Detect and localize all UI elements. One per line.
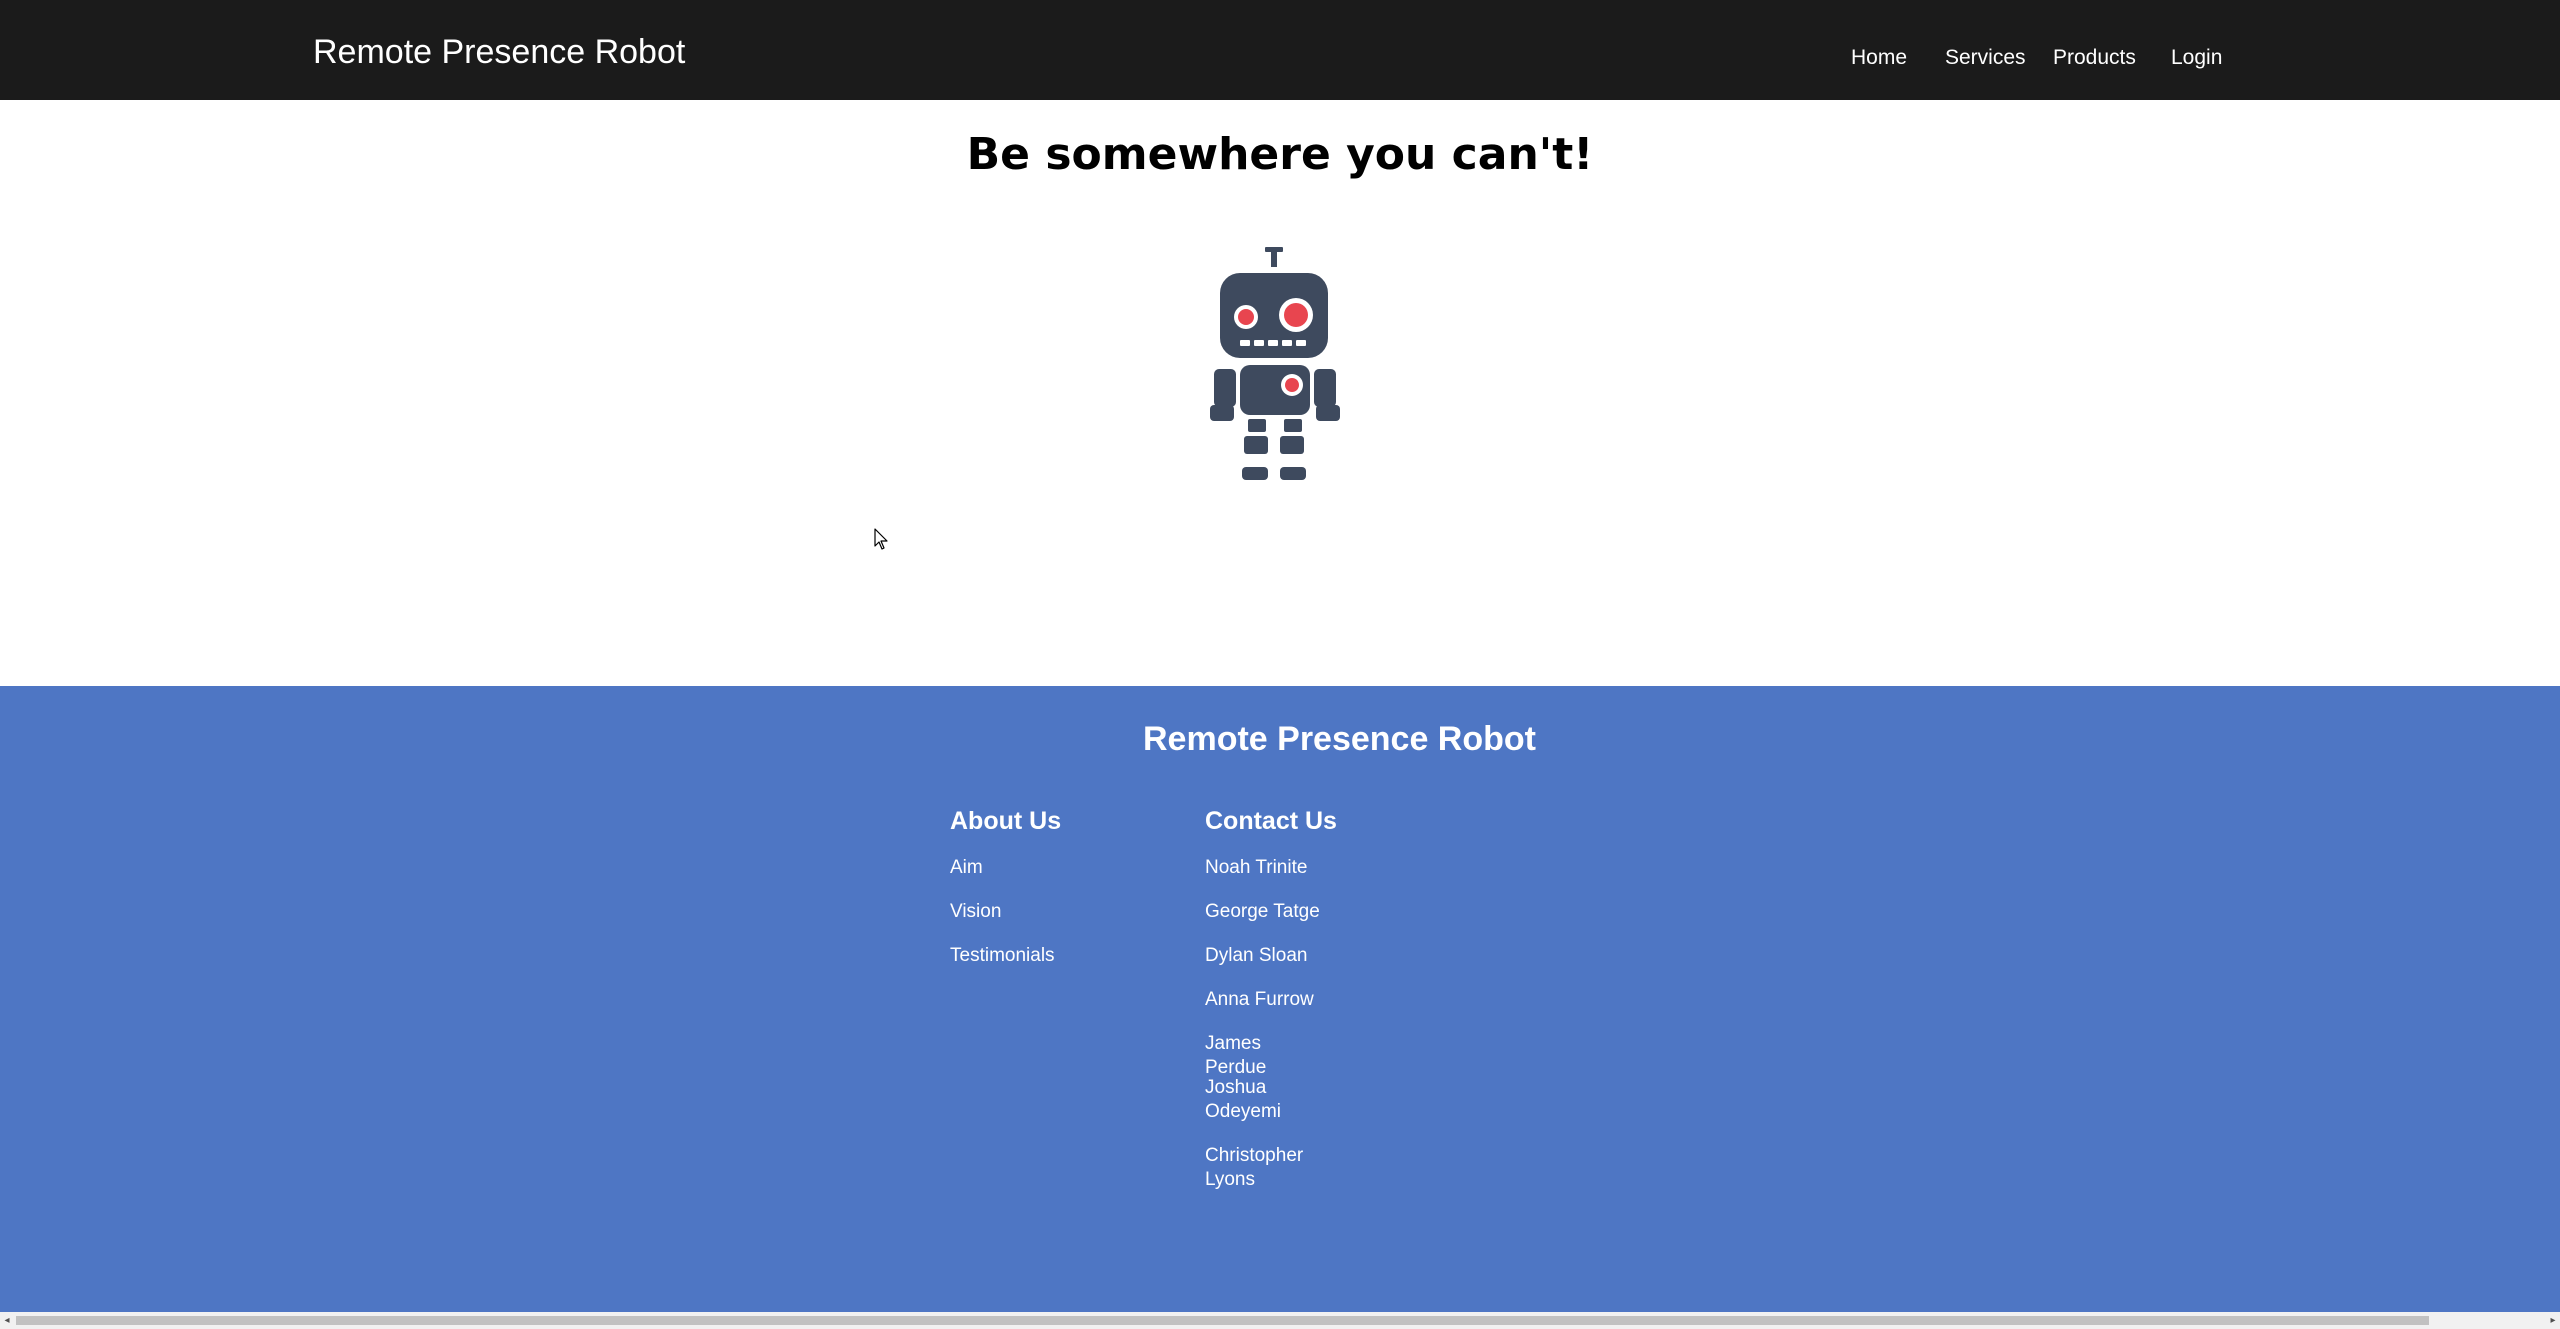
footer-link-testimonials[interactable]: Testimonials	[950, 944, 1055, 968]
top-navbar: Remote Presence Robot Home Services Prod…	[0, 0, 2560, 100]
contact-link[interactable]: James Perdue	[1205, 1032, 1320, 1080]
nav-services-link[interactable]: Services	[1945, 43, 2026, 73]
scroll-left-arrow-icon[interactable]: ◂	[0, 1312, 14, 1329]
contact-link[interactable]: Christopher Lyons	[1205, 1144, 1320, 1192]
scrollbar-thumb[interactable]	[16, 1316, 2429, 1325]
about-us-section: About Us Aim Vision Testimonials	[950, 804, 1062, 966]
contact-link[interactable]: Joshua Odeyemi	[1205, 1076, 1320, 1124]
contact-link[interactable]: Dylan Sloan	[1205, 944, 1320, 968]
robot-icon	[1210, 247, 1340, 480]
footer-link-vision[interactable]: Vision	[950, 900, 1001, 924]
contact-link[interactable]: Anna Furrow	[1205, 988, 1320, 1012]
footer-link-aim[interactable]: Aim	[950, 856, 983, 880]
hero-title: Be somewhere you can't!	[966, 129, 1594, 180]
nav-products-link[interactable]: Products	[2053, 43, 2136, 73]
contact-link[interactable]: George Tatge	[1205, 900, 1320, 924]
contact-link[interactable]: Noah Trinite	[1205, 856, 1320, 880]
scroll-right-arrow-icon[interactable]: ▸	[2546, 1312, 2560, 1329]
brand-title[interactable]: Remote Presence Robot	[313, 30, 685, 74]
contact-us-section: Contact Us Noah Trinite George Tatge Dyl…	[1205, 804, 1337, 1190]
footer-title: Remote Presence Robot	[1143, 720, 1536, 758]
nav-login-link[interactable]: Login	[2171, 43, 2222, 73]
footer: Remote Presence Robot About Us Aim Visio…	[0, 686, 2560, 1314]
contact-us-heading: Contact Us	[1205, 807, 1337, 835]
horizontal-scrollbar[interactable]: ◂ ▸	[0, 1312, 2560, 1329]
nav-home-link[interactable]: Home	[1851, 43, 1907, 73]
mouse-cursor-icon	[874, 528, 888, 550]
about-us-heading: About Us	[950, 807, 1062, 835]
